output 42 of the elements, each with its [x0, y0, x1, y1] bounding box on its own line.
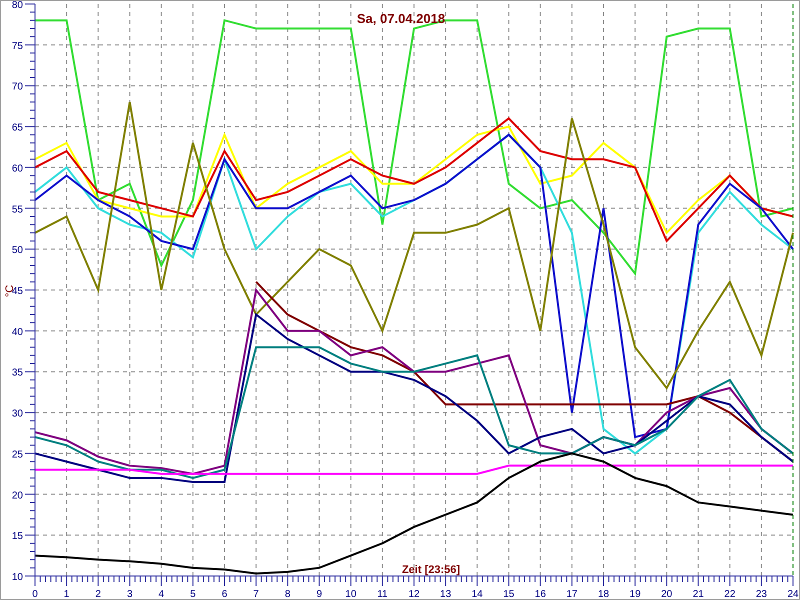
- y-tick-label: 70: [12, 82, 23, 93]
- y-tick-label: 20: [12, 490, 23, 502]
- x-tick-label: 14: [472, 589, 483, 599]
- y-tick-label: 80: [12, 1, 23, 11]
- x-tick-label: 3: [126, 589, 133, 599]
- x-tick-label: 10: [345, 589, 356, 599]
- y-tick-label: 40: [12, 326, 23, 338]
- x-tick-label: 21: [692, 589, 704, 599]
- y-tick-label: 75: [12, 40, 23, 52]
- x-tick-label: 4: [158, 589, 164, 599]
- x-tick-label: 13: [440, 589, 452, 599]
- y-tick-label: 15: [12, 531, 23, 542]
- chart-title: Sa, 07.04.2018: [356, 11, 446, 26]
- y-tick-label: 60: [12, 163, 23, 174]
- x-tick-label: 9: [316, 589, 322, 599]
- x-tick-label: 5: [190, 589, 196, 599]
- x-tick-label: 23: [756, 589, 767, 599]
- x-tick-label: 15: [503, 589, 514, 599]
- x-tick-label: 20: [661, 589, 672, 599]
- x-tick-label: 0: [32, 589, 38, 599]
- y-tick-label: 65: [12, 122, 23, 134]
- x-tick-label: 7: [253, 589, 259, 599]
- x-tick-label: 16: [534, 589, 546, 599]
- x-tick-label: 12: [408, 589, 420, 599]
- x-tick-label: 17: [566, 589, 578, 599]
- y-tick-label: 30: [12, 408, 23, 420]
- y-tick-label: 10: [12, 572, 23, 583]
- y-tick-label: 55: [12, 204, 23, 216]
- y-tick-label: 50: [12, 245, 23, 256]
- y-tick-label: 45: [12, 286, 23, 297]
- y-tick-label: 25: [12, 449, 23, 460]
- x-tick-label: 2: [95, 589, 101, 599]
- x-tick-label: 22: [724, 589, 736, 599]
- x-tick-label: 18: [598, 589, 610, 599]
- x-tick-label: 24: [787, 589, 799, 599]
- x-tick-label: 8: [284, 589, 290, 599]
- y-tick-label: 35: [12, 368, 23, 379]
- x-tick-label: 1: [64, 589, 70, 599]
- x-tick-label: 6: [222, 589, 228, 599]
- time-label: Zeit [23:56]: [402, 564, 460, 576]
- x-tick-label: 11: [377, 589, 388, 599]
- x-tick-label: 19: [630, 589, 641, 599]
